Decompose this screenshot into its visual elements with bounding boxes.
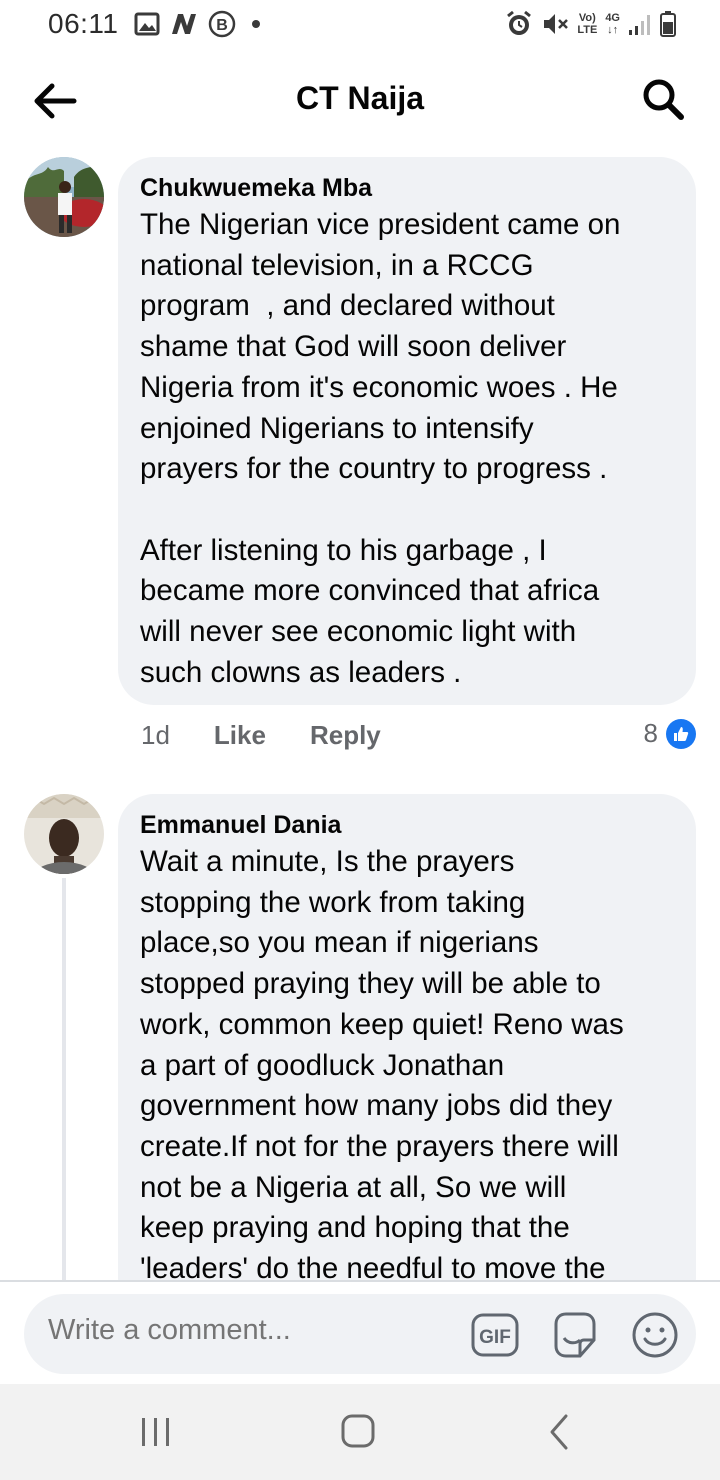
mute-icon [544,14,569,34]
volte-icon: Vo) LTE [577,12,598,36]
gif-button[interactable]: GIF [470,1310,520,1360]
avatar-photo-icon [24,794,104,874]
recent-apps-icon [142,1418,169,1446]
status-bar: 06:11 B Vo) LTE 4G ↓↑ [0,0,720,52]
system-nav-bar [0,1384,720,1480]
battery-icon [660,11,676,37]
comment-bubble: Emmanuel Dania Wait a minute, Is the pra… [118,794,696,1314]
gif-icon: GIF [471,1313,519,1357]
home-icon [341,1414,375,1448]
thread-line [62,878,66,1280]
avatar[interactable] [24,794,104,874]
4g-icon: 4G ↓↑ [605,12,620,36]
comment-bubble: Chukwuemeka Mba The Nigerian vice presid… [118,157,696,705]
app-header: CT Naija [0,56,720,144]
comment-timestamp[interactable]: 1d [141,720,170,751]
thumbs-up-icon [666,718,696,749]
signal-icon [629,15,650,35]
sticker-button[interactable] [550,1310,600,1360]
emoji-button[interactable] [630,1310,680,1360]
status-left-icons: B [134,10,260,38]
like-button[interactable]: Like [214,720,266,751]
comment-composer: GIF [24,1294,696,1374]
emoji-icon [632,1312,678,1358]
svg-text:GIF: GIF [479,1327,511,1348]
comment-text: The Nigerian vice president came on nati… [140,208,621,689]
alarm-icon [507,10,532,35]
svg-text:B: B [216,17,228,34]
comment-author[interactable]: Chukwuemeka Mba [140,173,674,203]
back-icon [550,1414,568,1450]
search-button[interactable] [640,76,686,122]
reply-button[interactable]: Reply [310,720,381,751]
recent-apps-button[interactable] [126,1412,186,1452]
page-title: CT Naija [295,80,425,116]
home-button[interactable] [328,1412,388,1452]
comment-actions: 1d Like Reply [141,720,381,751]
nav-back-button[interactable] [530,1412,590,1452]
comment-composer-bar: GIF [0,1280,720,1384]
image-icon [134,12,160,36]
search-icon [643,79,684,120]
status-time: 06:11 [48,8,119,39]
avatar[interactable] [24,157,104,237]
avatar-photo-icon [24,157,104,237]
n-icon [172,14,196,34]
reaction-count: 8 [643,718,658,748]
status-right-icons: Vo) LTE 4G ↓↑ [505,10,676,38]
sticker-icon [554,1312,596,1358]
b-icon: B [208,10,236,38]
comment-text: Wait a minute, Is the prayers stopping t… [140,845,624,1286]
reaction-summary[interactable]: 8 [644,718,696,749]
comment-author[interactable]: Emmanuel Dania [140,810,674,840]
dot-icon [252,20,260,28]
comment-input[interactable] [48,1314,448,1347]
